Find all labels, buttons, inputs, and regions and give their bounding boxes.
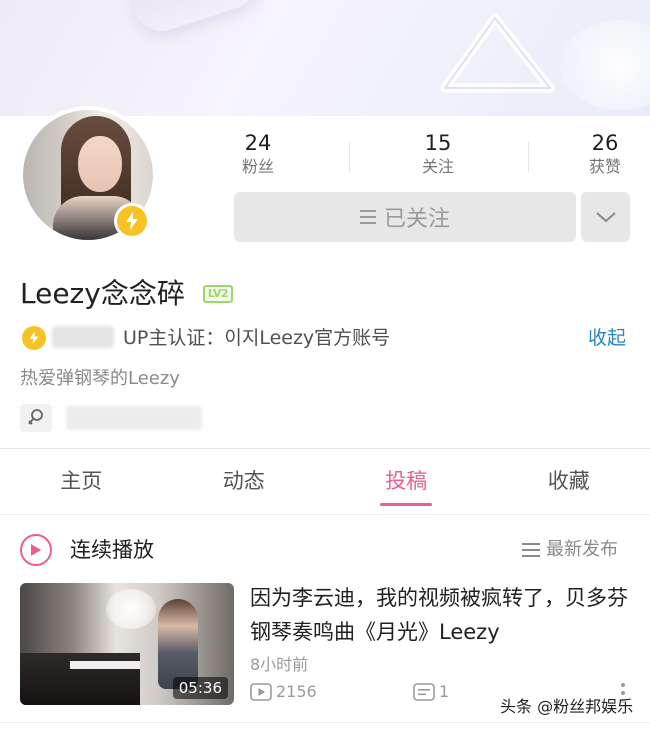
level-badge: LV2 (203, 285, 233, 303)
stat-label: 粉丝 (241, 157, 274, 176)
video-time: 8小时前 (250, 655, 309, 674)
followed-button-label: 已关注 (383, 207, 450, 232)
section-divider (0, 448, 650, 449)
blurred-info (66, 406, 202, 430)
tab-dynamics[interactable]: 动态 (163, 450, 326, 512)
play-circle-icon[interactable] (20, 534, 52, 566)
banner-decoration (440, 13, 555, 93)
certification-text: UP主认证：이지Leezy官方账号 (123, 327, 391, 349)
section-divider (0, 514, 650, 515)
watermark: 头条 @粉丝邦娱乐 (500, 697, 634, 716)
video-title[interactable]: 因为李云迪，我的视频被疯转了，贝多芬钢琴奏鸣曲《月光》Leezy (250, 581, 630, 649)
collapse-link[interactable]: 收起 (588, 324, 626, 352)
banner-decoration (560, 20, 650, 110)
stat-followers[interactable]: 24 粉丝 (213, 130, 303, 178)
banner-decoration (123, 0, 267, 39)
danmaku-icon (413, 683, 435, 701)
video-duration: 05:36 (172, 677, 228, 699)
views-count: 2156 (276, 682, 317, 701)
stat-value: 26 (591, 131, 619, 155)
video-thumbnail[interactable]: 05:36 (20, 583, 234, 705)
menu-lines-icon (359, 210, 376, 224)
followed-button[interactable]: 已关注 (234, 192, 576, 242)
stat-value: 24 (244, 131, 272, 155)
section-divider (0, 722, 650, 723)
divider (349, 142, 350, 172)
tab-indicator (380, 503, 433, 506)
profile-banner (0, 0, 650, 116)
stat-following[interactable]: 15 关注 (393, 130, 483, 178)
gender-icon (20, 404, 52, 432)
continuous-play-label[interactable]: 连续播放 (70, 535, 154, 565)
video-danmaku: 1 (413, 681, 449, 703)
sort-button[interactable]: 最新发布 (522, 536, 618, 564)
stat-label: 获赞 (588, 157, 621, 176)
follow-options-button[interactable] (581, 192, 630, 242)
stat-value: 15 (424, 131, 452, 155)
sort-label: 最新发布 (546, 539, 618, 560)
lightning-icon (117, 206, 147, 236)
official-badge (114, 203, 150, 239)
bio: 热爱弹钢琴的Leezy (20, 368, 180, 389)
tab-uploads[interactable]: 投稿 (325, 450, 488, 512)
tab-home[interactable]: 主页 (0, 450, 163, 512)
tab-favorites[interactable]: 收藏 (488, 450, 650, 512)
user-name: Leezy念念碎 (20, 277, 185, 310)
stat-label: 关注 (421, 157, 454, 176)
lightning-icon (22, 326, 46, 350)
danmaku-count: 1 (439, 682, 450, 701)
video-play-icon (250, 683, 272, 701)
chevron-down-icon (595, 208, 617, 227)
sort-lines-icon (522, 543, 540, 557)
video-views: 2156 (250, 681, 317, 703)
divider (528, 142, 529, 172)
blurred-uid (52, 326, 114, 348)
profile-tabs: 主页 动态 投稿 收藏 (0, 450, 650, 512)
stat-likes[interactable]: 26 获赞 (560, 130, 650, 178)
